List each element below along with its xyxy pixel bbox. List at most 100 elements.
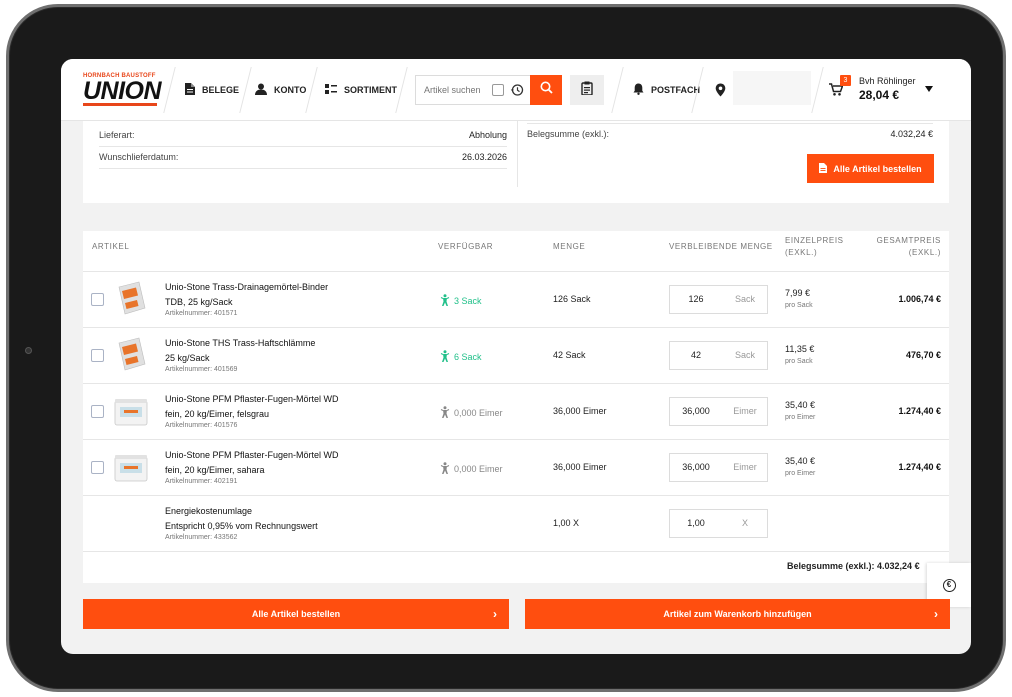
total-price: 1.006,74 € — [898, 294, 941, 304]
availability: 0,000 Eimer — [440, 406, 503, 420]
store-selector[interactable] — [733, 71, 811, 105]
remaining-quantity-value[interactable]: 126 — [670, 294, 722, 304]
union-logo[interactable]: HORNBACH BAUSTOFF UNION — [83, 73, 162, 109]
product-name[interactable]: Energiekostenumlage Entspricht 0,95% vom … — [165, 504, 318, 534]
nav-separator — [239, 67, 252, 113]
table-row: Unio-Stone Trass-Drainagemörtel-Binder TD… — [83, 271, 949, 327]
order-all-label: Alle Artikel bestellen — [833, 163, 922, 174]
search-button[interactable] — [530, 75, 562, 105]
product-thumbnail[interactable] — [111, 337, 151, 375]
unit-price: 11,35 € — [785, 344, 815, 354]
row-checkbox[interactable] — [91, 349, 104, 362]
column-divider — [517, 121, 518, 187]
unit-price-basis: pro Sack — [785, 358, 813, 365]
summary-value-belegsumme: 4.032,24 € — [890, 129, 933, 139]
unit-price: 35,40 € — [785, 400, 816, 410]
remaining-quantity-value[interactable]: 36,000 — [670, 462, 722, 472]
nav-separator — [395, 67, 408, 113]
remaining-quantity-value[interactable]: 42 — [670, 350, 722, 360]
remaining-quantity-unit: Sack — [734, 350, 755, 360]
article-number: Artikelnummer: 401569 — [165, 366, 238, 373]
summary-value-wunschlieferdatum: 26.03.2026 — [461, 152, 507, 162]
account-name[interactable]: Bvh Röhlinger — [859, 76, 916, 86]
column-header-einzelpreis: EINZELPREIS (EXKL.) — [785, 236, 844, 257]
product-name[interactable]: Unio-Stone PFM Pflaster-Fugen-Mörtel WD f… — [165, 448, 339, 478]
article-table: ARTIKEL VERFÜGBAR MENGE VERBLEIBENDE MEN… — [83, 231, 949, 583]
quantity: 36,000 Eimer — [553, 462, 607, 472]
remaining-quantity-value[interactable]: 1,00 — [670, 518, 722, 528]
total-price: 1.274,40 € — [898, 462, 941, 472]
product-name[interactable]: Unio-Stone THS Trass-Haftschlämme 25 kg/S… — [165, 336, 315, 366]
unit-price: 35,40 € — [785, 456, 816, 466]
quantity: 126 Sack — [553, 294, 591, 304]
account-dropdown-caret-icon[interactable] — [925, 86, 933, 92]
row-checkbox[interactable] — [91, 461, 104, 474]
history-icon[interactable] — [510, 83, 524, 102]
document-summary: Lieferart: Abholung Wunschlieferdatum: 2… — [83, 121, 949, 203]
availability-person-icon — [440, 294, 450, 308]
nav-item-belege[interactable]: BELEGE — [185, 59, 239, 121]
remaining-quantity-unit: Eimer — [733, 406, 757, 416]
availability: 3 Sack — [440, 294, 482, 308]
row-checkbox[interactable] — [91, 405, 104, 418]
divider — [527, 123, 933, 124]
unit-price-basis: pro Eimer — [785, 470, 816, 477]
remaining-quantity-input[interactable]: 126 Sack — [669, 285, 768, 314]
product-name[interactable]: Unio-Stone PFM Pflaster-Fugen-Mörtel WD f… — [165, 392, 339, 422]
logo-bar — [83, 103, 157, 106]
remaining-quantity-input[interactable]: 36,000 Eimer — [669, 453, 768, 482]
search-input[interactable] — [424, 81, 492, 99]
tablet-frame: HORNBACH BAUSTOFF UNION BELEGE KONTO SOR… — [6, 4, 1006, 692]
quantity: 36,000 Eimer — [553, 406, 607, 416]
table-row: Unio-Stone PFM Pflaster-Fugen-Mörtel WD f… — [83, 383, 949, 439]
availability: 0,000 Eimer — [440, 462, 503, 476]
column-header-artikel: ARTIKEL — [92, 242, 130, 251]
table-row: Unio-Stone THS Trass-Haftschlämme 25 kg/S… — [83, 327, 949, 383]
column-header-menge: MENGE — [553, 242, 586, 251]
column-header-gesamtpreis: GESAMTPREIS (EXKL.) — [876, 236, 941, 257]
product-thumbnail[interactable] — [111, 449, 151, 487]
cart-amount[interactable]: 28,04 € — [859, 88, 899, 102]
nav-item-konto[interactable]: KONTO — [255, 59, 306, 121]
summary-label-belegsumme: Belegsumme (exkl.): — [527, 129, 610, 139]
availability-person-icon — [440, 462, 450, 476]
order-all-button-top[interactable]: Alle Artikel bestellen — [807, 154, 934, 183]
add-to-cart-button[interactable]: Artikel zum Warenkorb hinzufügen › — [525, 599, 950, 629]
unit-price-basis: pro Sack — [785, 302, 813, 309]
screen: HORNBACH BAUSTOFF UNION BELEGE KONTO SOR… — [61, 59, 971, 654]
nav-separator — [611, 67, 624, 113]
row-checkbox[interactable] — [91, 293, 104, 306]
cart-button[interactable]: 3 — [829, 73, 851, 96]
remaining-quantity-input[interactable]: 42 Sack — [669, 341, 768, 370]
quantity: 1,00 X — [553, 518, 580, 528]
column-header-verbleibende-menge: VERBLEIBENDE MENGE — [669, 242, 773, 251]
nav-label: KONTO — [274, 85, 307, 95]
product-thumbnail[interactable] — [111, 281, 151, 319]
nav-item-sortiment[interactable]: SORTIMENT — [325, 59, 397, 121]
product-thumbnail[interactable] — [111, 393, 151, 431]
location-pin-icon[interactable] — [715, 83, 726, 102]
belegsumme-total: Belegsumme (exkl.): 4.032,24 € — [787, 561, 920, 571]
remaining-quantity-input[interactable]: 36,000 Eimer — [669, 397, 768, 426]
unit-price: 7,99 € — [785, 288, 811, 298]
nav-item-postfach[interactable]: POSTFACH — [633, 59, 700, 121]
chevron-right-icon: › — [493, 607, 497, 621]
euro-icon: € — [942, 578, 956, 592]
document-icon — [819, 162, 828, 175]
nav-separator — [811, 67, 824, 113]
order-all-button[interactable]: Alle Artikel bestellen › — [83, 599, 509, 629]
remaining-quantity-unit: X — [741, 518, 748, 528]
quick-order-button[interactable] — [570, 75, 604, 105]
cart-count-badge: 3 — [840, 75, 851, 86]
nav-label: POSTFACH — [651, 85, 701, 95]
product-name[interactable]: Unio-Stone Trass-Drainagemörtel-Binder TD… — [165, 280, 328, 310]
article-number: Artikelnummer: 402191 — [165, 478, 238, 485]
article-number: Artikelnummer: 401576 — [165, 422, 238, 429]
total-price: 1.274,40 € — [898, 406, 941, 416]
remaining-quantity-value[interactable]: 36,000 — [670, 406, 722, 416]
search-icon — [540, 81, 553, 99]
clipboard-icon — [581, 81, 593, 100]
search-scope-checkbox[interactable] — [492, 84, 504, 96]
document-icon — [185, 83, 195, 97]
remaining-quantity-input[interactable]: 1,00 X — [669, 509, 768, 538]
